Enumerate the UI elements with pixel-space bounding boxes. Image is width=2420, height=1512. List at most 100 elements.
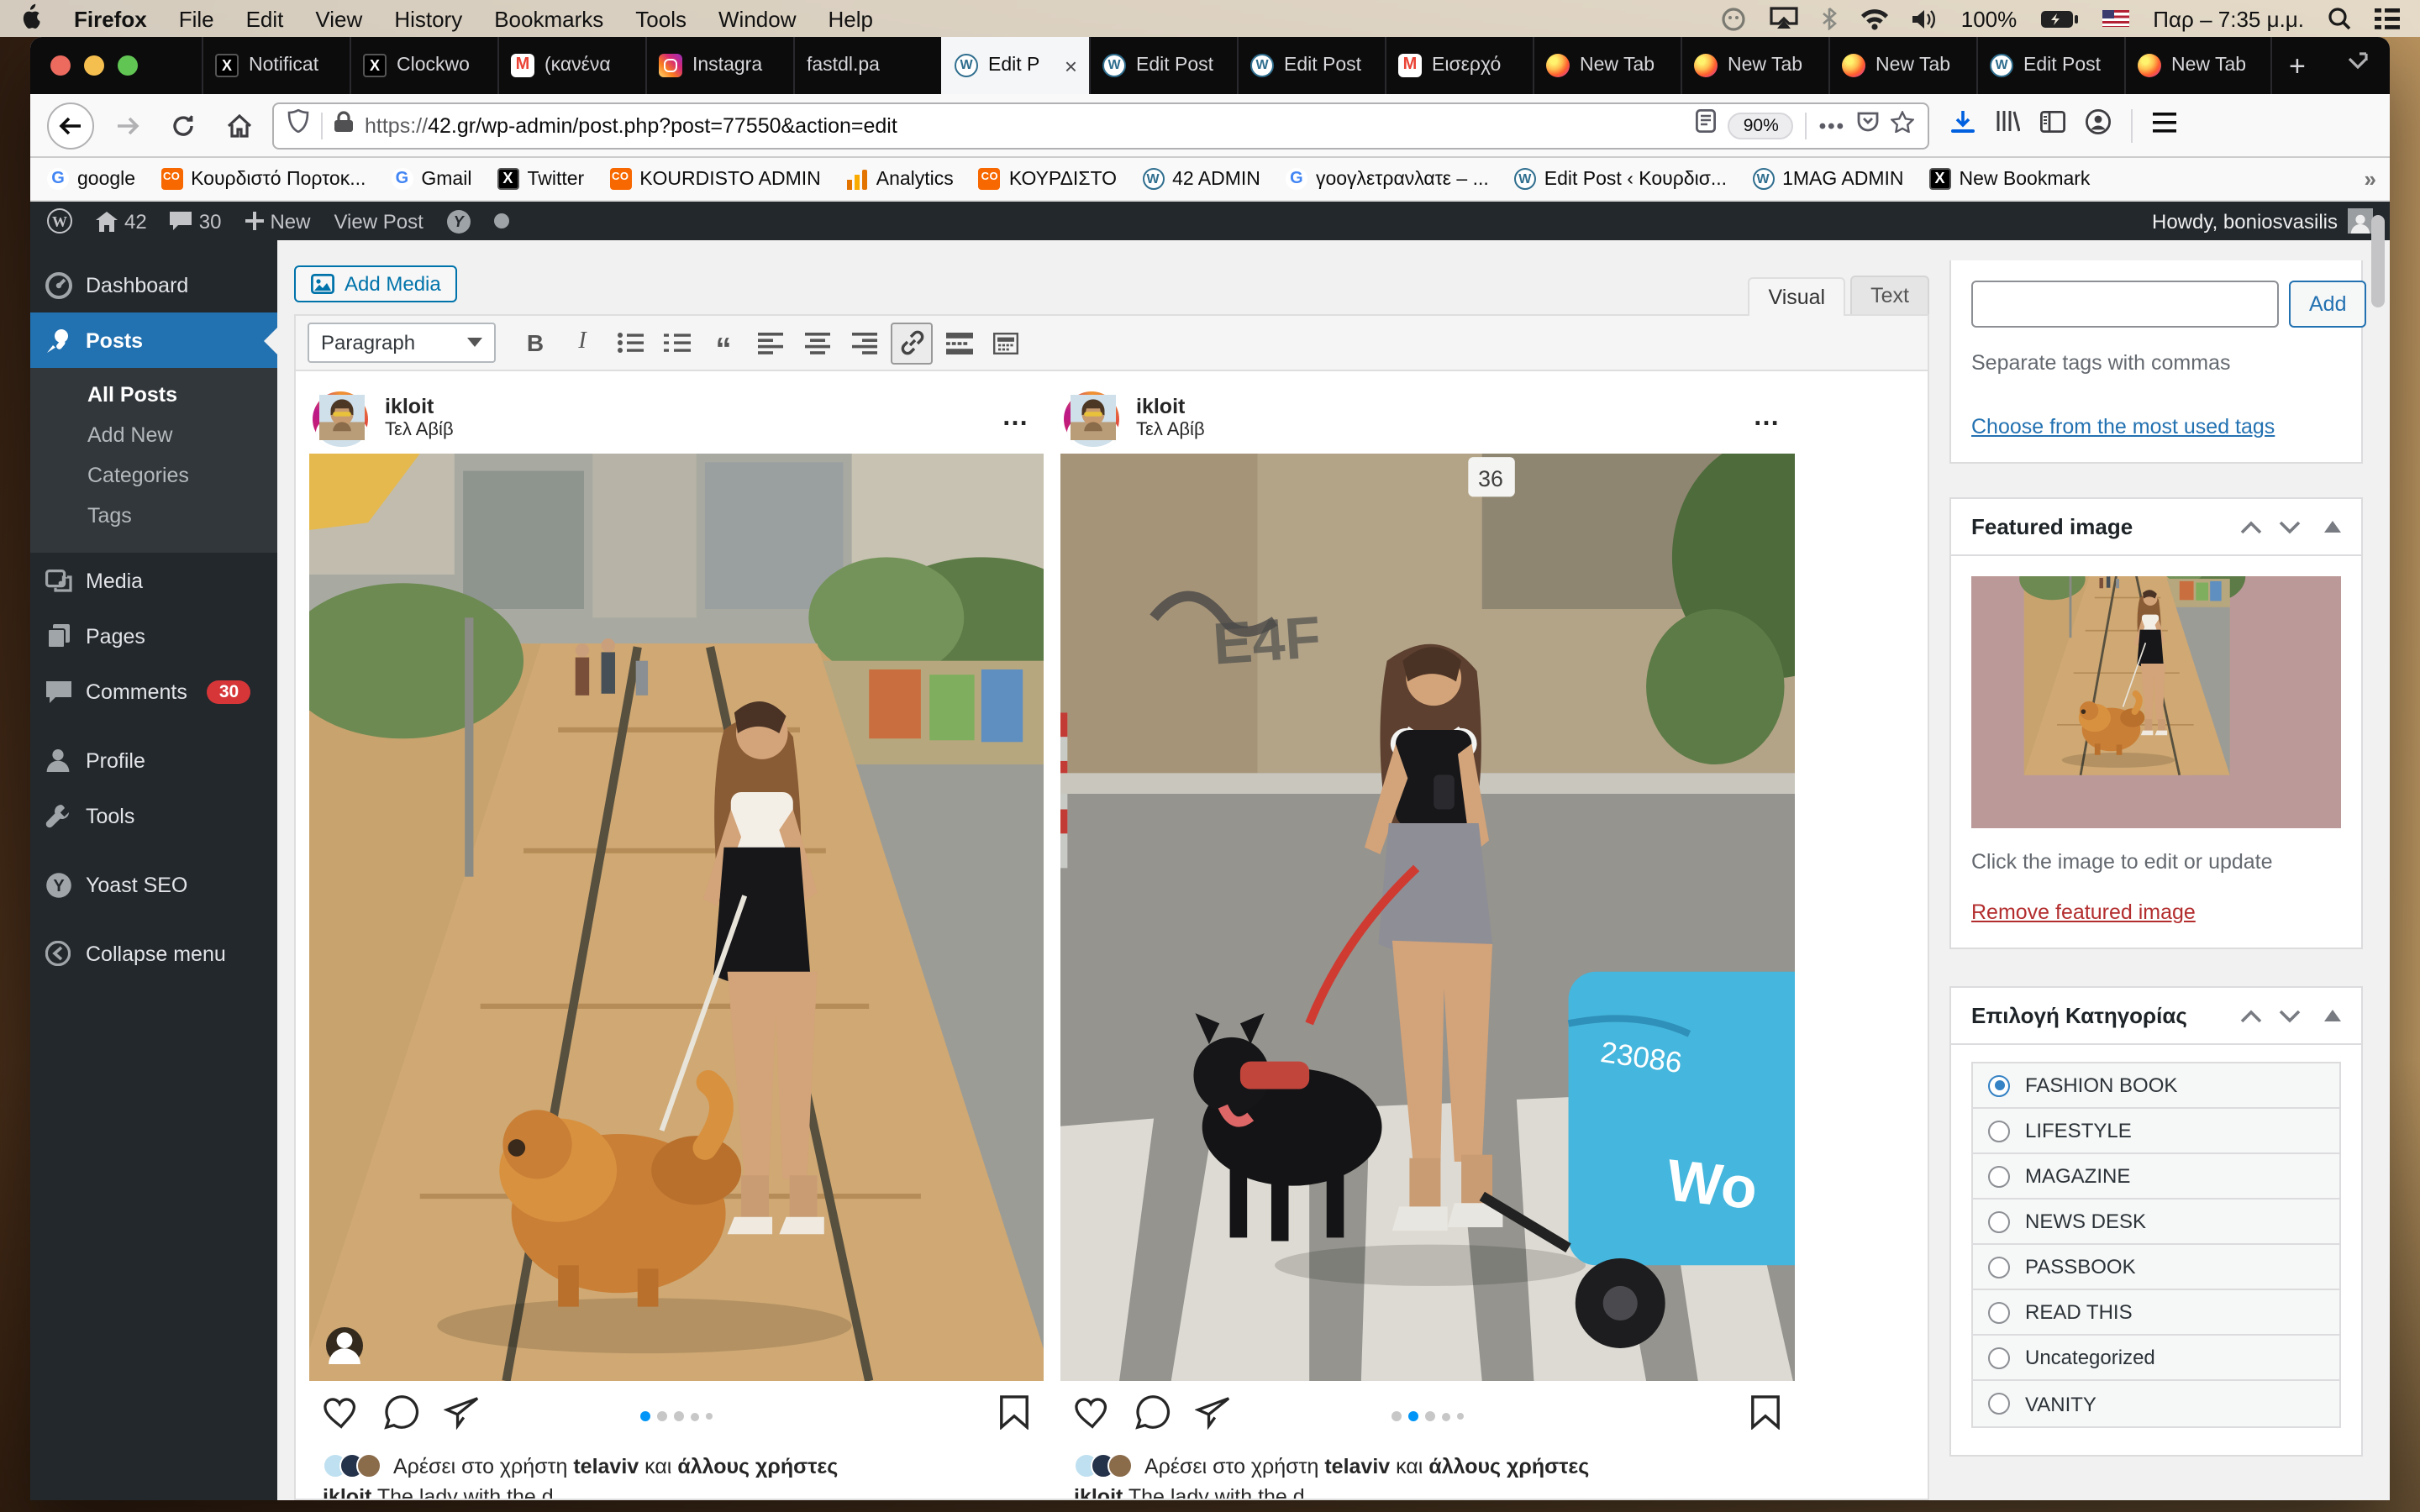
read-more-button[interactable] xyxy=(938,322,980,364)
like-icon[interactable] xyxy=(1074,1395,1111,1437)
radio[interactable] xyxy=(1988,1393,2010,1415)
move-down-icon[interactable] xyxy=(2279,520,2301,533)
blockquote-button[interactable]: “ xyxy=(702,322,744,364)
home-button[interactable] xyxy=(217,103,260,147)
menubar-app-name[interactable]: Firefox xyxy=(74,6,147,31)
radio[interactable] xyxy=(1988,1120,2010,1142)
close-tab-icon[interactable]: × xyxy=(1065,53,1077,78)
menu-bookmarks[interactable]: Bookmarks xyxy=(494,6,603,31)
tagged-people-icon[interactable] xyxy=(326,1327,363,1364)
adminbar-new-button[interactable]: New xyxy=(245,209,310,233)
lock-icon[interactable] xyxy=(334,110,353,140)
browser-tab[interactable]: WEdit Post xyxy=(1237,37,1385,94)
bookmark-item[interactable]: COΚουρδιστό Πορτοκ... xyxy=(160,168,366,190)
tab-overflow-icon[interactable] xyxy=(2326,50,2390,81)
numbered-list-button[interactable] xyxy=(655,322,697,364)
bookmark-item[interactable]: COΚΟΥΡΔΙΣΤΟ xyxy=(979,168,1117,190)
collapse-panel-icon[interactable] xyxy=(2324,521,2341,533)
adminbar-status-dot[interactable] xyxy=(494,213,509,228)
new-tab-button[interactable]: + xyxy=(2272,51,2323,80)
reload-button[interactable] xyxy=(161,103,205,147)
move-down-icon[interactable] xyxy=(2279,1009,2301,1022)
ig-location[interactable]: Τελ Αβίβ xyxy=(385,420,454,442)
radio[interactable] xyxy=(1988,1256,2010,1278)
move-up-icon[interactable] xyxy=(2240,1009,2262,1022)
sidebar-item-comments[interactable]: Comments30 xyxy=(30,664,277,719)
save-bookmark-icon[interactable] xyxy=(1749,1394,1781,1438)
radio[interactable] xyxy=(1988,1301,2010,1323)
browser-tab[interactable]: fastdl.pa xyxy=(793,37,941,94)
browser-tab[interactable]: New Tab xyxy=(1533,37,1681,94)
airplay-icon[interactable] xyxy=(1770,7,1798,30)
sidebar-item-dashboard[interactable]: Dashboard xyxy=(30,257,277,312)
sidebar-toggle-icon[interactable] xyxy=(2040,110,2065,140)
battery-icon[interactable] xyxy=(2040,9,2079,28)
insert-link-button[interactable] xyxy=(891,322,933,364)
move-up-icon[interactable] xyxy=(2240,520,2262,533)
browser-tab[interactable]: Instagra xyxy=(645,37,793,94)
apple-menu-icon[interactable] xyxy=(20,3,42,34)
page-actions-icon[interactable]: ••• xyxy=(1819,113,1845,137)
bookmark-item[interactable]: W1MAG ADMIN xyxy=(1752,168,1903,190)
category-option-fashion-book[interactable]: FASHION BOOK xyxy=(1973,1063,2339,1109)
adminbar-site-name[interactable]: 42 xyxy=(96,209,147,233)
menu-file[interactable]: File xyxy=(179,6,214,31)
bookmark-item[interactable]: Analytics xyxy=(846,168,954,190)
browser-tab[interactable]: M(κανένα xyxy=(497,37,645,94)
downloads-icon[interactable] xyxy=(1951,108,1975,142)
category-option-read-this[interactable]: READ THIS xyxy=(1973,1290,2339,1336)
browser-tab[interactable]: New Tab xyxy=(1681,37,1828,94)
italic-button[interactable]: I xyxy=(561,322,603,364)
page-scrollbar[interactable] xyxy=(2371,215,2385,307)
yoast-icon[interactable]: Y xyxy=(447,209,471,233)
bullet-list-button[interactable] xyxy=(608,322,650,364)
url-bar[interactable]: https://42.gr/wp-admin/post.php?post=775… xyxy=(272,102,1929,149)
submenu-item-tags[interactable]: Tags xyxy=(30,496,277,536)
like-icon[interactable] xyxy=(323,1395,360,1437)
browser-tab[interactable]: New Tab xyxy=(2124,37,2272,94)
ig-avatar-2[interactable] xyxy=(1064,391,1119,446)
browser-tab[interactable]: WEdit Post xyxy=(1089,37,1237,94)
account-icon[interactable] xyxy=(2086,108,2111,142)
close-window-button[interactable] xyxy=(50,55,71,76)
menu-help[interactable]: Help xyxy=(829,6,874,31)
category-option-magazine[interactable]: MAGAZINE xyxy=(1973,1154,2339,1200)
radio[interactable] xyxy=(1988,1165,2010,1187)
most-used-tags-link[interactable]: Choose from the most used tags xyxy=(1971,415,2275,438)
tracking-shield-icon[interactable] xyxy=(287,109,309,141)
url-text[interactable]: https://42.gr/wp-admin/post.php?post=775… xyxy=(365,113,1685,137)
likes-text[interactable]: Αρέσει στο χρήστη telaviv και άλλους χρή… xyxy=(393,1454,838,1478)
category-option-uncategorized[interactable]: Uncategorized xyxy=(1973,1336,2339,1381)
ig-username[interactable]: ikloit xyxy=(385,394,454,420)
browser-tab[interactable]: WEdit Post xyxy=(1976,37,2124,94)
forward-button[interactable] xyxy=(106,103,150,147)
sidebar-item-posts[interactable]: Posts xyxy=(30,312,277,368)
browser-tab[interactable]: New Tab xyxy=(1828,37,1976,94)
remove-featured-image-link[interactable]: Remove featured image xyxy=(1971,900,2196,924)
featured-image-title[interactable]: Featured image xyxy=(1971,514,2240,539)
bookmark-item[interactable]: XTwitter xyxy=(497,168,584,190)
hamburger-menu-icon[interactable] xyxy=(2153,110,2176,140)
adminbar-comments[interactable]: 30 xyxy=(171,209,222,233)
sidebar-item-media[interactable]: Media xyxy=(30,553,277,608)
radio[interactable] xyxy=(1988,1347,2010,1368)
zoom-level-badge[interactable]: 90% xyxy=(1728,112,1794,139)
bookmark-item[interactable]: W42 ADMIN xyxy=(1142,168,1260,190)
menu-view[interactable]: View xyxy=(315,6,362,31)
ig-more-options-icon[interactable]: … xyxy=(1753,403,1791,433)
sidebar-item-yoast-seo[interactable]: YYoast SEO xyxy=(30,857,277,912)
back-button[interactable] xyxy=(47,102,94,149)
notification-center-icon[interactable] xyxy=(2375,8,2400,29)
save-bookmark-icon[interactable] xyxy=(998,1394,1030,1438)
category-option-vanity[interactable]: VANITY xyxy=(1973,1381,2339,1426)
browser-tab[interactable]: XNotificat xyxy=(202,37,350,94)
category-option-passbook[interactable]: PASSBOOK xyxy=(1973,1245,2339,1290)
status-app-icon[interactable] xyxy=(1721,6,1746,31)
submenu-item-add-new[interactable]: Add New xyxy=(30,415,277,455)
toolbar-toggle-button[interactable] xyxy=(985,322,1027,364)
ig-location[interactable]: Τελ Αβίβ xyxy=(1136,420,1205,442)
menubar-clock[interactable]: Παρ – 7:35 μ.μ. xyxy=(2153,6,2304,31)
tab-text[interactable]: Text xyxy=(1850,276,1929,314)
menu-tools[interactable]: Tools xyxy=(635,6,687,31)
bluetooth-icon[interactable] xyxy=(1822,7,1837,30)
